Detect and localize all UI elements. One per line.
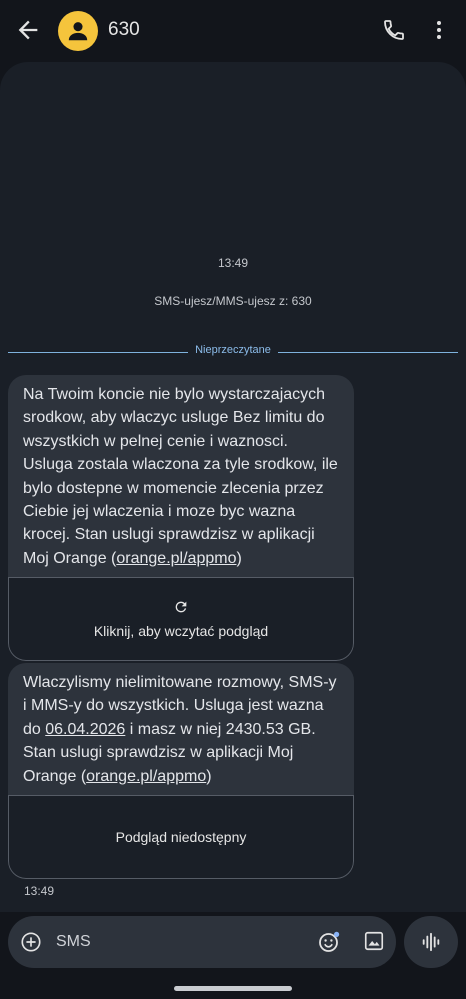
voice-message-button[interactable] [404,916,458,968]
sms-info-label: SMS-ujesz/MMS-ujesz z: 630 [154,294,312,308]
preview-label: Kliknij, aby wczytać podgląd [93,623,269,639]
phone-icon [384,20,404,40]
message-bubble-2[interactable]: Wlaczylismy nielimitowane rozmowy, SMS-y… [8,663,354,879]
message-bubble-1[interactable]: Na Twoim koncie nie bylo wystarczajacych… [8,375,354,661]
more-options-button[interactable] [427,18,451,42]
back-button[interactable] [14,16,42,44]
top-app-bar: 630 [0,0,466,62]
message-text: Wlaczylismy nielimitowane rozmowy, SMS-y… [8,663,354,795]
preview-unavailable: Podgląd niedostępny [8,795,354,879]
call-button[interactable] [382,18,406,42]
unread-divider: Nieprzeczytane [8,344,458,360]
emoji-icon [319,931,340,952]
attach-button[interactable] [20,931,42,953]
contact-avatar[interactable] [58,11,98,51]
unread-label: Nieprzeczytane [195,344,271,356]
person-icon [68,22,88,41]
arrow-back-icon [18,20,38,40]
message-link[interactable]: orange.pl/appmo [86,768,206,785]
message-text-part: ) [236,549,242,567]
gallery-icon [364,931,384,951]
last-message-timestamp: 13:49 [24,884,55,898]
preview-label: Podgląd niedostępny [115,829,247,845]
refresh-icon [175,601,187,613]
gallery-button[interactable] [363,930,385,952]
contact-name[interactable]: 630 [108,19,140,41]
more-vert-icon [437,21,441,39]
message-text-part: Na Twoim koncie nie bylo wystarczajacych… [23,386,338,567]
load-preview-button[interactable]: Kliknij, aby wczytać podgląd [8,577,354,661]
message-link[interactable]: orange.pl/appmo [116,550,236,567]
message-timestamp: 13:49 [217,256,249,270]
sms-input[interactable] [54,930,294,954]
message-text-part: ) [206,767,212,785]
date-link[interactable]: 06.04.2026 [45,721,125,738]
voice-icon [422,932,440,952]
emoji-button[interactable] [317,930,341,954]
message-composer [8,916,396,968]
message-text: Na Twoim koncie nie bylo wystarczajacych… [8,375,354,577]
home-indicator[interactable] [174,986,292,991]
divider-line-right [278,352,458,353]
add-circle-icon [21,932,41,952]
divider-line-left [8,352,188,353]
